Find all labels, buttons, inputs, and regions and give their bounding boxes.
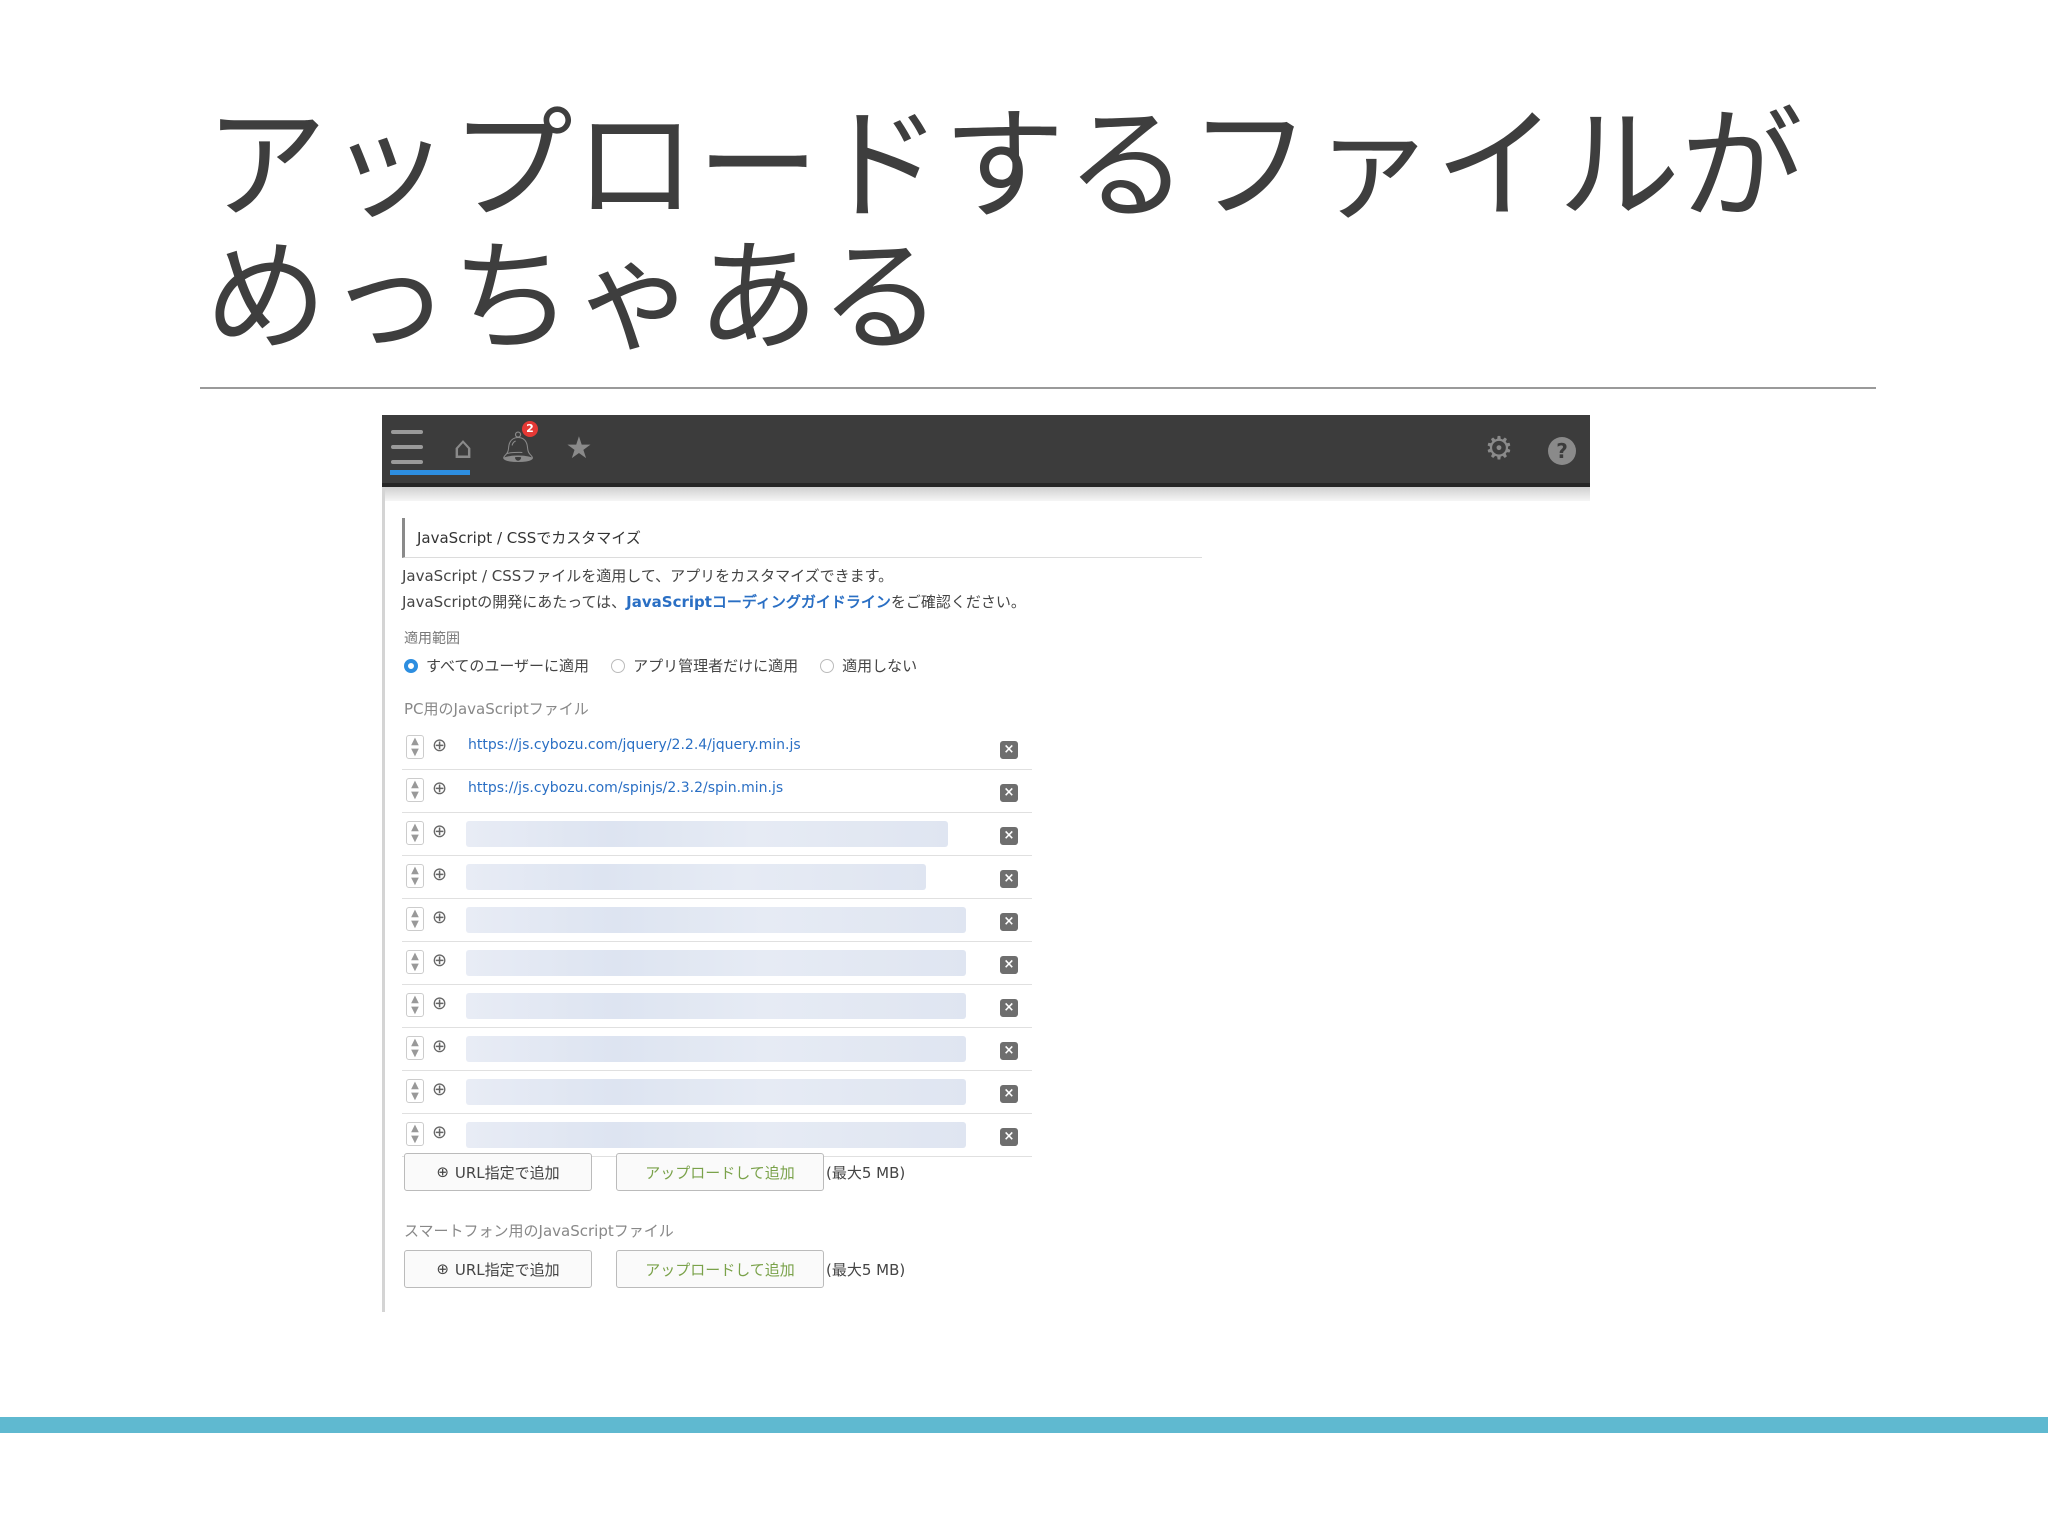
delete-icon[interactable]: × [1000, 1085, 1018, 1103]
app-screenshot: ⌂ 🔔︎ 2 ★ ⚙ ? JavaScript / CSSでカスタマイズ Jav… [382, 415, 1590, 1312]
menu-icon[interactable] [390, 427, 424, 467]
globe-icon: ⊕ [432, 864, 448, 885]
globe-icon: ⊕ [432, 993, 448, 1014]
home-icon[interactable]: ⌂ [448, 431, 478, 466]
globe-icon: ⊕ [432, 1036, 448, 1057]
redacted-url [466, 993, 966, 1019]
redacted-url [466, 864, 926, 890]
redacted-url [466, 950, 966, 976]
globe-icon: ⊕ [432, 735, 448, 756]
file-url[interactable]: https://js.cybozu.com/spinjs/2.3.2/spin.… [468, 780, 783, 796]
scope-option-admins-only[interactable]: アプリ管理者だけに適用 [611, 655, 798, 676]
pc-add-buttons: ⊕ URL指定で追加 アップロードして追加 (最大5 MB) [404, 1153, 905, 1191]
upload-file-button[interactable]: アップロードして追加 [616, 1153, 824, 1191]
slide-title-line-1: アップロードするファイルが [205, 95, 1804, 237]
description-prefix: JavaScriptの開発にあたっては、 [402, 593, 627, 611]
help-icon[interactable]: ? [1548, 437, 1576, 465]
delete-icon[interactable]: × [1000, 1128, 1018, 1146]
radio-label: アプリ管理者だけに適用 [633, 657, 799, 675]
globe-icon: ⊕ [436, 1163, 449, 1181]
delete-icon[interactable]: × [1000, 956, 1018, 974]
description-suffix: をご確認ください。 [890, 593, 1026, 611]
accent-bar [0, 1417, 2048, 1433]
notification-badge: 2 [522, 421, 538, 437]
delete-icon[interactable]: × [1000, 741, 1018, 759]
topbar-shadow [382, 487, 1590, 501]
menu-active-indicator [390, 470, 470, 475]
globe-icon: ⊕ [436, 1260, 449, 1278]
redacted-url [466, 1036, 966, 1062]
scope-label: 適用範囲 [404, 631, 460, 647]
sort-handle-icon[interactable]: ▲ ▼ [406, 1079, 424, 1103]
smartphone-files-label: スマートフォン用のJavaScriptファイル [404, 1222, 674, 1240]
sort-handle-icon[interactable]: ▲ ▼ [406, 993, 424, 1017]
file-url[interactable]: https://js.cybozu.com/jquery/2.2.4/jquer… [468, 737, 801, 753]
sort-handle-icon[interactable]: ▲ ▼ [406, 950, 424, 974]
scope-radio-group: すべてのユーザーに適用 アプリ管理者だけに適用 適用しない [404, 655, 917, 676]
file-row: ▲ ▼ ⊕ × [402, 942, 1032, 985]
max-size-note: (最大5 MB) [826, 1163, 906, 1182]
slide-title: アップロードするファイルが めっちゃある [205, 100, 1855, 364]
sort-handle-icon[interactable]: ▲ ▼ [406, 778, 424, 802]
description-line-1: JavaScript / CSSファイルを適用して、アプリをカスタマイズできます… [402, 567, 894, 585]
delete-icon[interactable]: × [1000, 784, 1018, 802]
button-label: URL指定で追加 [454, 1163, 560, 1182]
globe-icon: ⊕ [432, 907, 448, 928]
section-description: JavaScript / CSSファイルを適用して、アプリをカスタマイズできます… [402, 563, 1026, 615]
file-row: ▲ ▼ ⊕ https://js.cybozu.com/spinjs/2.3.2/… [402, 770, 1032, 813]
guideline-link[interactable]: JavaScriptコーディングガイドライン [626, 593, 891, 611]
radio-label: 適用しない [842, 657, 918, 675]
file-row: ▲ ▼ ⊕ × [402, 856, 1032, 899]
radio-label: すべてのユーザーに適用 [426, 657, 590, 675]
sort-handle-icon[interactable]: ▲ ▼ [406, 735, 424, 759]
add-url-button[interactable]: ⊕ URL指定で追加 [404, 1250, 592, 1288]
button-label: URL指定で追加 [454, 1260, 560, 1279]
sp-add-buttons: ⊕ URL指定で追加 アップロードして追加 (最大5 MB) [404, 1250, 905, 1288]
add-url-button[interactable]: ⊕ URL指定で追加 [404, 1153, 592, 1191]
file-row: ▲ ▼ ⊕ × [402, 985, 1032, 1028]
delete-icon[interactable]: × [1000, 999, 1018, 1017]
description-line-2: JavaScriptの開発にあたっては、JavaScriptコーディングガイドラ… [402, 589, 1026, 615]
delete-icon[interactable]: × [1000, 870, 1018, 888]
pc-files-label: PC用のJavaScriptファイル [404, 700, 589, 718]
pc-file-list: ▲ ▼ ⊕ https://js.cybozu.com/jquery/2.2.4/… [402, 727, 1032, 1157]
sort-handle-icon[interactable]: ▲ ▼ [406, 821, 424, 845]
content-left-border [382, 487, 385, 1312]
delete-icon[interactable]: × [1000, 827, 1018, 845]
file-row: ▲ ▼ ⊕ × [402, 1028, 1032, 1071]
globe-icon: ⊕ [432, 778, 448, 799]
redacted-url [466, 907, 966, 933]
sort-handle-icon[interactable]: ▲ ▼ [406, 1036, 424, 1060]
file-row: ▲ ▼ ⊕ × [402, 1071, 1032, 1114]
radio-button[interactable] [820, 658, 835, 673]
redacted-url [466, 821, 948, 847]
redacted-url [466, 1122, 966, 1148]
file-row: ▲ ▼ ⊕ × [402, 899, 1032, 942]
slide-title-line-2: めっちゃある [205, 227, 943, 369]
sort-handle-icon[interactable]: ▲ ▼ [406, 1122, 424, 1146]
globe-icon: ⊕ [432, 1079, 448, 1100]
radio-button[interactable] [611, 658, 626, 673]
delete-icon[interactable]: × [1000, 1042, 1018, 1060]
sort-handle-icon[interactable]: ▲ ▼ [406, 864, 424, 888]
gear-icon[interactable]: ⚙ [1482, 429, 1516, 467]
file-row: ▲ ▼ ⊕ × [402, 1114, 1032, 1157]
file-row: ▲ ▼ ⊕ × [402, 813, 1032, 856]
upload-file-button[interactable]: アップロードして追加 [616, 1250, 824, 1288]
star-icon[interactable]: ★ [564, 431, 594, 466]
title-divider [200, 387, 1876, 389]
sort-handle-icon[interactable]: ▲ ▼ [406, 907, 424, 931]
globe-icon: ⊕ [432, 950, 448, 971]
section-heading: JavaScript / CSSでカスタマイズ [402, 518, 1202, 558]
radio-button[interactable] [404, 658, 418, 673]
scope-option-none[interactable]: 適用しない [820, 655, 917, 676]
scope-option-all-users[interactable]: すべてのユーザーに適用 [404, 655, 589, 676]
max-size-note: (最大5 MB) [826, 1260, 906, 1279]
globe-icon: ⊕ [432, 1122, 448, 1143]
top-navigation-bar: ⌂ 🔔︎ 2 ★ ⚙ ? [382, 415, 1590, 487]
file-row: ▲ ▼ ⊕ https://js.cybozu.com/jquery/2.2.4/… [402, 727, 1032, 770]
delete-icon[interactable]: × [1000, 913, 1018, 931]
redacted-url [466, 1079, 966, 1105]
globe-icon: ⊕ [432, 821, 448, 842]
